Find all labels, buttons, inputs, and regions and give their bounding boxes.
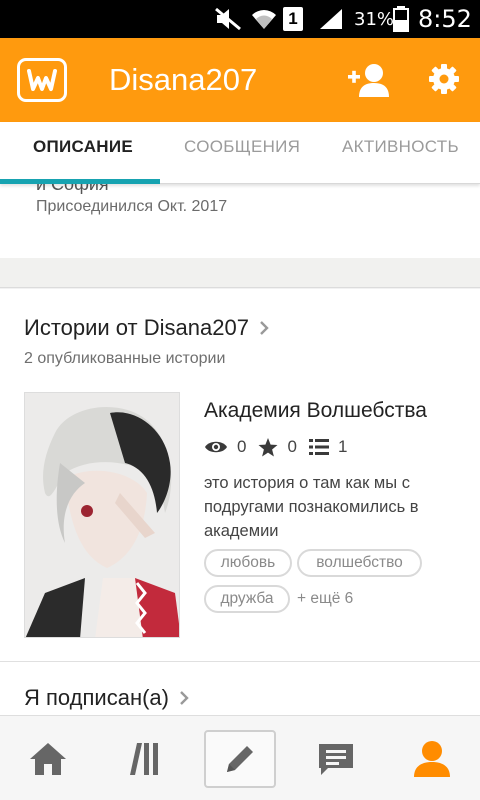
more-tags-link[interactable]: + ещё 6 xyxy=(297,585,353,613)
battery-icon xyxy=(393,0,409,38)
story-description: это история о там как мы с подругами поз… xyxy=(204,474,419,540)
story-votes: 0 xyxy=(258,437,297,457)
story-parts: 1 xyxy=(308,437,348,457)
battery-percent: 31% xyxy=(354,8,395,30)
bottom-navigation xyxy=(0,715,480,800)
sim-icon: 1 xyxy=(283,0,303,38)
messages-icon xyxy=(319,743,353,775)
status-bar: 1 31% 8:52 xyxy=(0,0,480,38)
settings-button[interactable] xyxy=(428,63,460,95)
nav-home[interactable] xyxy=(0,716,96,800)
story-cover[interactable] xyxy=(24,392,180,638)
app-bar: Disana207 xyxy=(0,38,480,122)
profile-username: Disana207 xyxy=(109,62,258,97)
nav-messages[interactable] xyxy=(288,716,384,800)
sim-slot-label: 1 xyxy=(283,7,303,31)
tab-indicator xyxy=(0,179,160,184)
nav-library[interactable] xyxy=(96,716,192,800)
star-icon xyxy=(258,437,278,456)
tag-chip[interactable]: любовь xyxy=(204,549,292,577)
profile-tabs: ОПИСАНИЕ СООБЩЕНИЯ АКТИВНОСТЬ xyxy=(0,122,480,184)
stories-header[interactable]: Истории от Disana207 xyxy=(24,315,269,341)
views-count: 0 xyxy=(237,437,247,456)
votes-count: 0 xyxy=(287,437,297,456)
library-icon xyxy=(130,742,158,775)
parts-count: 1 xyxy=(337,437,348,456)
section-separator xyxy=(0,258,480,288)
clock: 8:52 xyxy=(418,5,472,33)
joined-date: Присоединился Окт. 2017 xyxy=(36,198,228,215)
wattpad-logo-icon xyxy=(27,69,57,91)
profile-icon xyxy=(414,740,450,777)
story-stats: 0 0 1 xyxy=(204,437,359,457)
nav-profile[interactable] xyxy=(384,716,480,800)
stories-count: 2 опубликованные истории xyxy=(24,350,226,367)
tab-description[interactable]: ОПИСАНИЕ xyxy=(33,122,133,180)
story-title[interactable]: Академия Волшебства xyxy=(204,399,427,423)
about-text: и София xyxy=(36,184,109,194)
stories-title: Истории от Disana207 xyxy=(24,315,249,340)
story-views: 0 xyxy=(204,437,246,457)
tab-messages[interactable]: СООБЩЕНИЯ xyxy=(184,122,300,180)
wifi-icon xyxy=(250,0,278,38)
wattpad-logo[interactable] xyxy=(17,58,67,102)
mute-icon xyxy=(214,0,242,38)
follow-user-button[interactable] xyxy=(346,62,390,98)
gear-icon xyxy=(429,64,459,94)
divider xyxy=(0,661,480,662)
about-card: и София Присоединился Окт. 2017 xyxy=(0,184,480,258)
tab-activity[interactable]: АКТИВНОСТЬ xyxy=(342,122,459,180)
stories-section: Истории от Disana207 2 опубликованные ис… xyxy=(0,289,480,715)
home-icon xyxy=(30,742,66,775)
following-title: Я подписан(а) xyxy=(24,685,169,710)
chevron-right-icon xyxy=(260,321,269,335)
pencil-icon xyxy=(227,746,253,772)
tag-chip[interactable]: дружба xyxy=(204,585,290,613)
nav-write[interactable] xyxy=(204,730,276,788)
signal-icon xyxy=(318,0,344,38)
profile-content[interactable]: и София Присоединился Окт. 2017 Истории … xyxy=(0,184,480,715)
eye-icon xyxy=(205,441,227,453)
story-cover-illustration xyxy=(25,393,179,637)
tag-chip[interactable]: волшебство xyxy=(297,549,422,577)
list-icon xyxy=(308,439,329,455)
following-header[interactable]: Я подписан(а) xyxy=(24,685,189,711)
add-user-icon xyxy=(348,64,389,97)
chevron-right-icon xyxy=(180,691,189,705)
